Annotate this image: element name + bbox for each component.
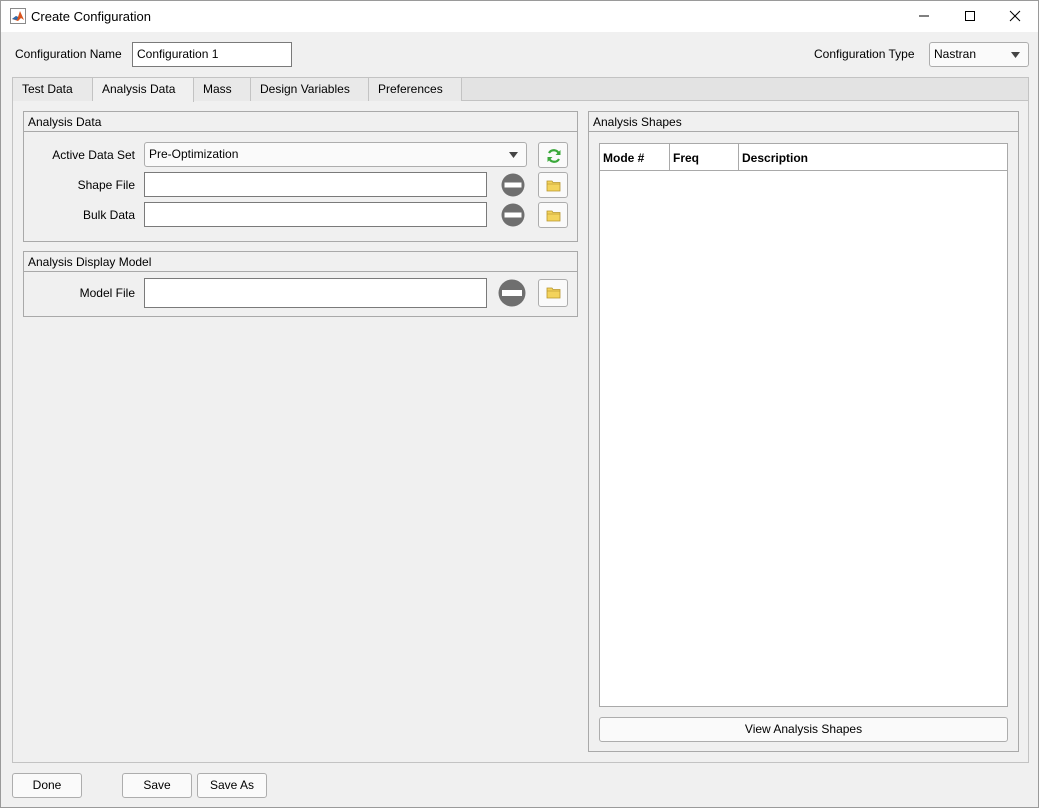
configuration-name-input[interactable]: Configuration 1: [132, 42, 292, 67]
save-as-button[interactable]: Save As: [197, 773, 267, 798]
done-button[interactable]: Done: [12, 773, 82, 798]
tab-label: Mass: [203, 82, 232, 96]
shape-file-input[interactable]: [144, 172, 487, 197]
bulk-data-label: Bulk Data: [82, 208, 135, 222]
browse-shape-file-button[interactable]: [538, 172, 568, 198]
window-title: Create Configuration: [31, 9, 151, 24]
active-data-set-dropdown[interactable]: Pre-Optimization: [144, 142, 527, 167]
column-header-description[interactable]: Description: [739, 144, 1007, 171]
matlab-icon: [10, 8, 26, 24]
active-data-set-value: Pre-Optimization: [149, 147, 239, 161]
chevron-down-icon: [509, 152, 518, 158]
tab-label: Design Variables: [260, 82, 350, 96]
analysis-shapes-table[interactable]: Mode # Freq Description: [599, 143, 1008, 707]
tab-strip: Test Data Analysis Data Mass Design Vari…: [13, 78, 1028, 102]
tab-group: Test Data Analysis Data Mass Design Vari…: [12, 77, 1029, 763]
configuration-type-value: Nastran: [934, 47, 977, 61]
clear-bulk-data-icon[interactable]: [501, 203, 525, 227]
bulk-data-input[interactable]: [144, 202, 487, 227]
maximize-button[interactable]: [947, 1, 993, 32]
tab-preferences[interactable]: Preferences: [369, 78, 462, 101]
tab-design-variables[interactable]: Design Variables: [251, 78, 369, 101]
analysis-display-model-panel: Analysis Display Model Model File: [23, 251, 578, 317]
configuration-type-dropdown[interactable]: Nastran: [929, 42, 1029, 67]
tab-label: Test Data: [22, 82, 73, 96]
model-file-input[interactable]: [144, 278, 487, 308]
minimize-icon: [919, 15, 929, 17]
column-header-freq[interactable]: Freq: [670, 144, 739, 171]
folder-icon: [546, 210, 561, 222]
minimize-button[interactable]: [901, 1, 947, 32]
folder-icon: [546, 287, 561, 299]
save-button[interactable]: Save: [122, 773, 192, 798]
clear-model-file-icon[interactable]: [498, 279, 526, 307]
folder-icon: [546, 180, 561, 192]
tab-label: Preferences: [378, 82, 443, 96]
close-button[interactable]: [992, 1, 1038, 32]
configuration-type-label: Configuration Type: [814, 47, 915, 61]
configuration-name-label: Configuration Name: [15, 47, 122, 61]
column-header-mode[interactable]: Mode #: [600, 144, 670, 171]
chevron-down-icon: [1011, 52, 1020, 58]
close-icon: [1009, 10, 1021, 22]
shape-file-label: Shape File: [77, 178, 135, 192]
tab-test-data[interactable]: Test Data: [13, 78, 93, 101]
view-analysis-shapes-button[interactable]: View Analysis Shapes: [599, 717, 1008, 742]
maximize-icon: [965, 11, 975, 21]
model-file-label: Model File: [79, 286, 135, 300]
analysis-data-panel: Analysis Data Active Data Set Pre-Optimi…: [23, 111, 578, 242]
panel-title: Analysis Shapes: [589, 112, 1018, 132]
browse-model-file-button[interactable]: [538, 279, 568, 307]
create-configuration-window: Create Configuration Configuration Name …: [0, 0, 1039, 808]
panel-title: Analysis Data: [24, 112, 577, 132]
tab-label: Analysis Data: [102, 82, 176, 96]
tab-analysis-data[interactable]: Analysis Data: [93, 78, 194, 102]
refresh-button[interactable]: [538, 142, 568, 168]
clear-shape-file-icon[interactable]: [501, 173, 525, 197]
refresh-icon: [547, 149, 561, 163]
browse-bulk-data-button[interactable]: [538, 202, 568, 228]
title-bar: Create Configuration: [1, 1, 1038, 32]
tab-mass[interactable]: Mass: [194, 78, 251, 101]
panel-title: Analysis Display Model: [24, 252, 577, 272]
active-data-set-label: Active Data Set: [52, 148, 135, 162]
analysis-shapes-panel: Analysis Shapes Mode # Freq Description …: [588, 111, 1019, 752]
